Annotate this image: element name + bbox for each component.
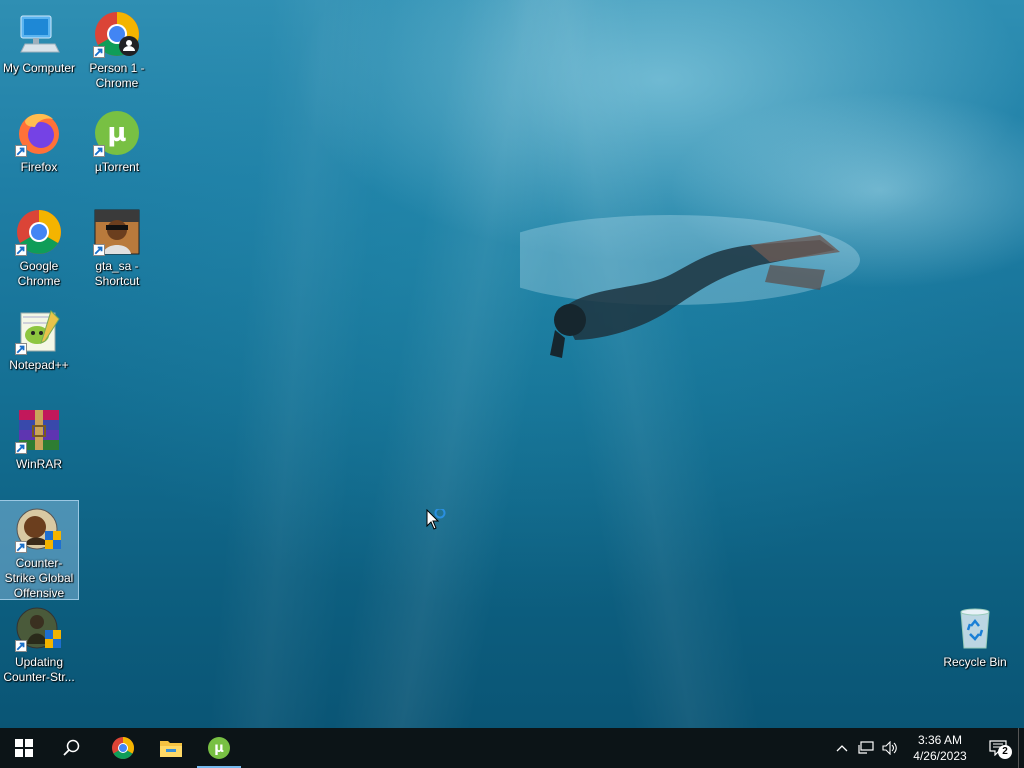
- system-tray: 3:36 AM 4/26/2023 2: [830, 728, 1024, 768]
- desktop-icon-firefox[interactable]: Firefox: [0, 105, 78, 175]
- desktop-icon-label: My Computer: [2, 61, 76, 75]
- search-icon: [63, 739, 80, 756]
- desktop-icon-csgo[interactable]: Counter-Strike Global Offensive: [0, 500, 79, 600]
- clock-time: 3:36 AM: [917, 733, 963, 747]
- clock-date: 4/26/2023: [913, 749, 967, 763]
- volume-button[interactable]: [878, 728, 902, 768]
- taskbar-chrome[interactable]: [99, 728, 147, 768]
- utorrent-icon: µ: [93, 109, 141, 157]
- speaker-icon: [882, 741, 897, 755]
- taskbar-file-explorer[interactable]: [147, 728, 195, 768]
- chrome-icon: [15, 208, 63, 256]
- desktop-icon-label: Counter-Strike Global Offensive: [4, 556, 74, 600]
- notepad-plus-plus-icon: [15, 307, 63, 355]
- recycle-bin-icon: [951, 604, 999, 652]
- show-desktop-button[interactable]: [1018, 728, 1024, 768]
- desktop[interactable]: My Computer Person 1 - Chrome Firefox µ …: [0, 0, 1024, 728]
- taskbar: µ 3:36 AM 4/26/2023 2: [0, 728, 1024, 768]
- chevron-up-icon: [836, 745, 848, 752]
- shortcut-arrow-icon: [15, 343, 27, 355]
- desktop-icon-label: gta_sa - Shortcut: [94, 259, 140, 288]
- shortcut-arrow-icon: [93, 145, 105, 157]
- clock[interactable]: 3:36 AM 4/26/2023: [908, 732, 972, 764]
- winrar-icon: [15, 406, 63, 454]
- busy-cursor-icon: [426, 509, 446, 530]
- taskbar-utorrent[interactable]: µ: [195, 728, 243, 768]
- chrome-icon: [112, 737, 134, 759]
- computer-icon: [15, 10, 63, 58]
- desktop-icon-updating-csgo[interactable]: Updating Counter-Str...: [0, 600, 78, 685]
- desktop-icon-gta-sa[interactable]: gta_sa - Shortcut: [78, 204, 156, 289]
- search-button[interactable]: [48, 728, 96, 768]
- csgo-icon: [15, 505, 63, 553]
- desktop-icon-utorrent[interactable]: µ µTorrent: [78, 105, 156, 175]
- file-explorer-icon: [160, 741, 182, 757]
- utorrent-icon: µ: [208, 737, 230, 759]
- notification-count-badge: 2: [998, 745, 1012, 759]
- desktop-icon-label: Recycle Bin: [943, 655, 1007, 669]
- desktop-icon-winrar[interactable]: WinRAR: [0, 402, 78, 472]
- shortcut-arrow-icon: [93, 244, 105, 256]
- shortcut-arrow-icon: [15, 640, 27, 652]
- network-button[interactable]: [854, 728, 878, 768]
- svg-text:µ: µ: [214, 741, 224, 756]
- csgo-updating-icon: [15, 604, 63, 652]
- chrome-profile-icon: [93, 10, 141, 58]
- desktop-icon-notepad-plus-plus[interactable]: Notepad++: [0, 303, 78, 373]
- shortcut-arrow-icon: [15, 244, 27, 256]
- desktop-icon-recycle-bin[interactable]: Recycle Bin: [936, 600, 1014, 670]
- start-button[interactable]: [0, 728, 48, 768]
- action-center-button[interactable]: 2: [978, 728, 1018, 768]
- desktop-icon-my-computer[interactable]: My Computer: [0, 6, 78, 76]
- desktop-icon-person1-chrome[interactable]: Person 1 - Chrome: [78, 6, 156, 91]
- shortcut-arrow-icon: [15, 442, 27, 454]
- desktop-icon-google-chrome[interactable]: Google Chrome: [0, 204, 78, 289]
- desktop-icon-label: Google Chrome: [17, 259, 61, 288]
- firefox-icon: [15, 109, 63, 157]
- shortcut-arrow-icon: [15, 145, 27, 157]
- desktop-icon-label: Person 1 - Chrome: [89, 61, 145, 90]
- windows-start-icon: [15, 739, 33, 757]
- network-icon: [858, 741, 874, 754]
- svg-text:µ: µ: [107, 118, 126, 148]
- wallpaper-swimmer: [520, 215, 860, 358]
- shortcut-arrow-icon: [93, 46, 105, 58]
- show-hidden-icons-button[interactable]: [830, 728, 854, 768]
- gta-sa-icon: [93, 208, 141, 256]
- desktop-icon-label: Updating Counter-Str...: [3, 655, 75, 684]
- shortcut-arrow-icon: [15, 541, 27, 553]
